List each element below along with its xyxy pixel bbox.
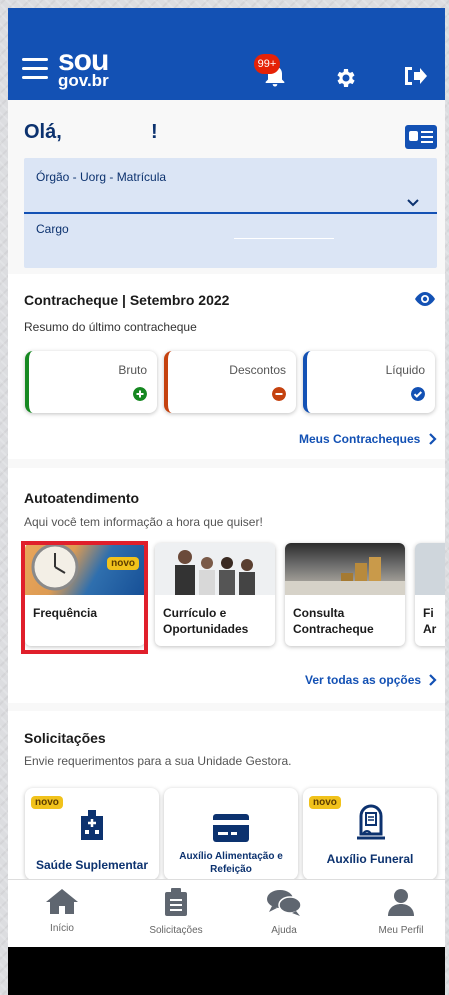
home-icon bbox=[46, 889, 78, 914]
cargo-label: Cargo bbox=[36, 222, 69, 236]
bruto-card[interactable]: Bruto bbox=[25, 351, 157, 413]
autoatendimento-subtitle: Aqui você tem informação a hora que quis… bbox=[24, 515, 263, 529]
greeting-exclamation: ! bbox=[151, 121, 158, 143]
logout-icon[interactable] bbox=[402, 64, 428, 88]
consulta-label-line1: Consulta bbox=[293, 606, 345, 620]
user-icon bbox=[388, 889, 414, 916]
system-navigation-bar bbox=[8, 947, 445, 995]
clipboard-icon bbox=[165, 888, 187, 916]
solicitacoes-subtitle: Envie requerimentos para a sua Unidade G… bbox=[24, 754, 292, 768]
curriculo-label: Currículo e Oportunidades bbox=[163, 605, 248, 637]
partial-label-line1: Fi bbox=[423, 606, 434, 620]
descontos-label: Descontos bbox=[229, 363, 286, 377]
notification-badge: 99+ bbox=[254, 54, 280, 74]
saude-suplementar-card[interactable]: novo Saúde Suplementar bbox=[25, 788, 159, 880]
id-card-icon[interactable] bbox=[405, 125, 437, 149]
check-circle-icon bbox=[411, 387, 425, 401]
novo-badge: novo bbox=[31, 796, 63, 809]
hamburger-menu-icon[interactable] bbox=[22, 58, 48, 80]
people-photo bbox=[155, 543, 275, 595]
nav-inicio-label: Início bbox=[50, 923, 74, 934]
nav-ajuda-label: Ajuda bbox=[271, 925, 297, 936]
plus-circle-icon bbox=[133, 387, 147, 401]
partial-card-label: Fi Ar bbox=[423, 605, 436, 637]
orgao-label: Órgão - Uorg - Matrícula bbox=[36, 170, 167, 184]
eye-icon[interactable] bbox=[413, 290, 437, 308]
partial-card-image bbox=[415, 543, 445, 595]
minus-circle-icon bbox=[272, 387, 286, 401]
nav-ajuda[interactable]: Ajuda bbox=[234, 888, 334, 936]
auxilio-alimentacao-label: Auxílio Alimentação e Refeição bbox=[164, 850, 298, 876]
nav-solicitacoes-label: Solicitações bbox=[149, 925, 203, 936]
logo-govbr-text: gov.br bbox=[58, 71, 109, 90]
curriculo-label-line2: Oportunidades bbox=[163, 622, 249, 636]
auxilio-alimentacao-label-line2: Refeição bbox=[210, 864, 252, 875]
auxilio-funeral-card[interactable]: novo Auxílio Funeral bbox=[303, 788, 437, 880]
consulta-contracheque-card[interactable]: Consulta Contracheque bbox=[285, 543, 405, 646]
sou-govbr-logo: sou gov.br bbox=[58, 46, 109, 90]
contracheque-subtitle: Resumo do último contracheque bbox=[24, 320, 197, 334]
meus-contracheques-link[interactable]: Meus Contracheques bbox=[299, 432, 420, 446]
autoatendimento-title: Autoatendimento bbox=[24, 490, 140, 506]
novo-badge: novo bbox=[309, 796, 341, 809]
auxilio-alimentacao-label-line1: Auxílio Alimentação e bbox=[179, 851, 283, 862]
consulta-label-line2: Contracheque bbox=[293, 622, 374, 636]
orgao-underline bbox=[24, 212, 437, 214]
top-bar: sou gov.br 99+ bbox=[8, 8, 445, 100]
curriculo-card[interactable]: Currículo e Oportunidades bbox=[155, 543, 275, 646]
bruto-label: Bruto bbox=[118, 363, 147, 377]
tombstone-icon bbox=[357, 804, 385, 840]
chevron-down-icon[interactable] bbox=[406, 196, 420, 210]
partial-card[interactable]: Fi Ar bbox=[415, 543, 445, 646]
nav-meu-perfil-label: Meu Perfil bbox=[378, 925, 424, 936]
auxilio-alimentacao-card[interactable]: Auxílio Alimentação e Refeição bbox=[164, 788, 298, 880]
auxilio-funeral-label: Auxílio Funeral bbox=[326, 852, 414, 866]
nav-solicitacoes[interactable]: Solicitações bbox=[126, 888, 226, 936]
app-screen: sou gov.br 99+ Olá, ! Órgão - Uorg - Mat… bbox=[8, 8, 445, 995]
ver-todas-opcoes-link[interactable]: Ver todas as opções bbox=[305, 673, 421, 687]
bottom-navigation: Início Solicitações Ajuda Meu Perfil bbox=[8, 879, 445, 947]
coins-photo bbox=[285, 543, 405, 595]
hospital-icon bbox=[81, 810, 103, 840]
selection-highlight-box bbox=[21, 541, 148, 654]
chevron-right-icon[interactable] bbox=[428, 433, 438, 445]
saude-suplementar-label: Saúde Suplementar bbox=[35, 858, 149, 872]
consulta-label: Consulta Contracheque bbox=[293, 605, 374, 637]
nav-meu-perfil[interactable]: Meu Perfil bbox=[351, 888, 445, 936]
chevron-right-icon[interactable] bbox=[428, 674, 438, 686]
curriculo-label-line1: Currículo e bbox=[163, 606, 227, 620]
contracheque-title: Contracheque | Setembro 2022 bbox=[24, 292, 230, 308]
solicitacoes-title: Solicitações bbox=[24, 730, 106, 746]
descontos-card[interactable]: Descontos bbox=[164, 351, 296, 413]
chat-bubbles-icon bbox=[267, 890, 302, 916]
liquido-card[interactable]: Líquido bbox=[303, 351, 435, 413]
liquido-label: Líquido bbox=[385, 363, 425, 377]
profile-selector[interactable]: Órgão - Uorg - Matrícula Cargo bbox=[24, 158, 437, 268]
cargo-value-placeholder bbox=[234, 238, 334, 239]
greeting-text: Olá, bbox=[24, 121, 62, 143]
credit-card-icon bbox=[213, 814, 249, 842]
gear-icon[interactable] bbox=[333, 66, 357, 90]
nav-inicio[interactable]: Início bbox=[12, 888, 112, 934]
partial-label-line2: Ar bbox=[423, 622, 437, 636]
